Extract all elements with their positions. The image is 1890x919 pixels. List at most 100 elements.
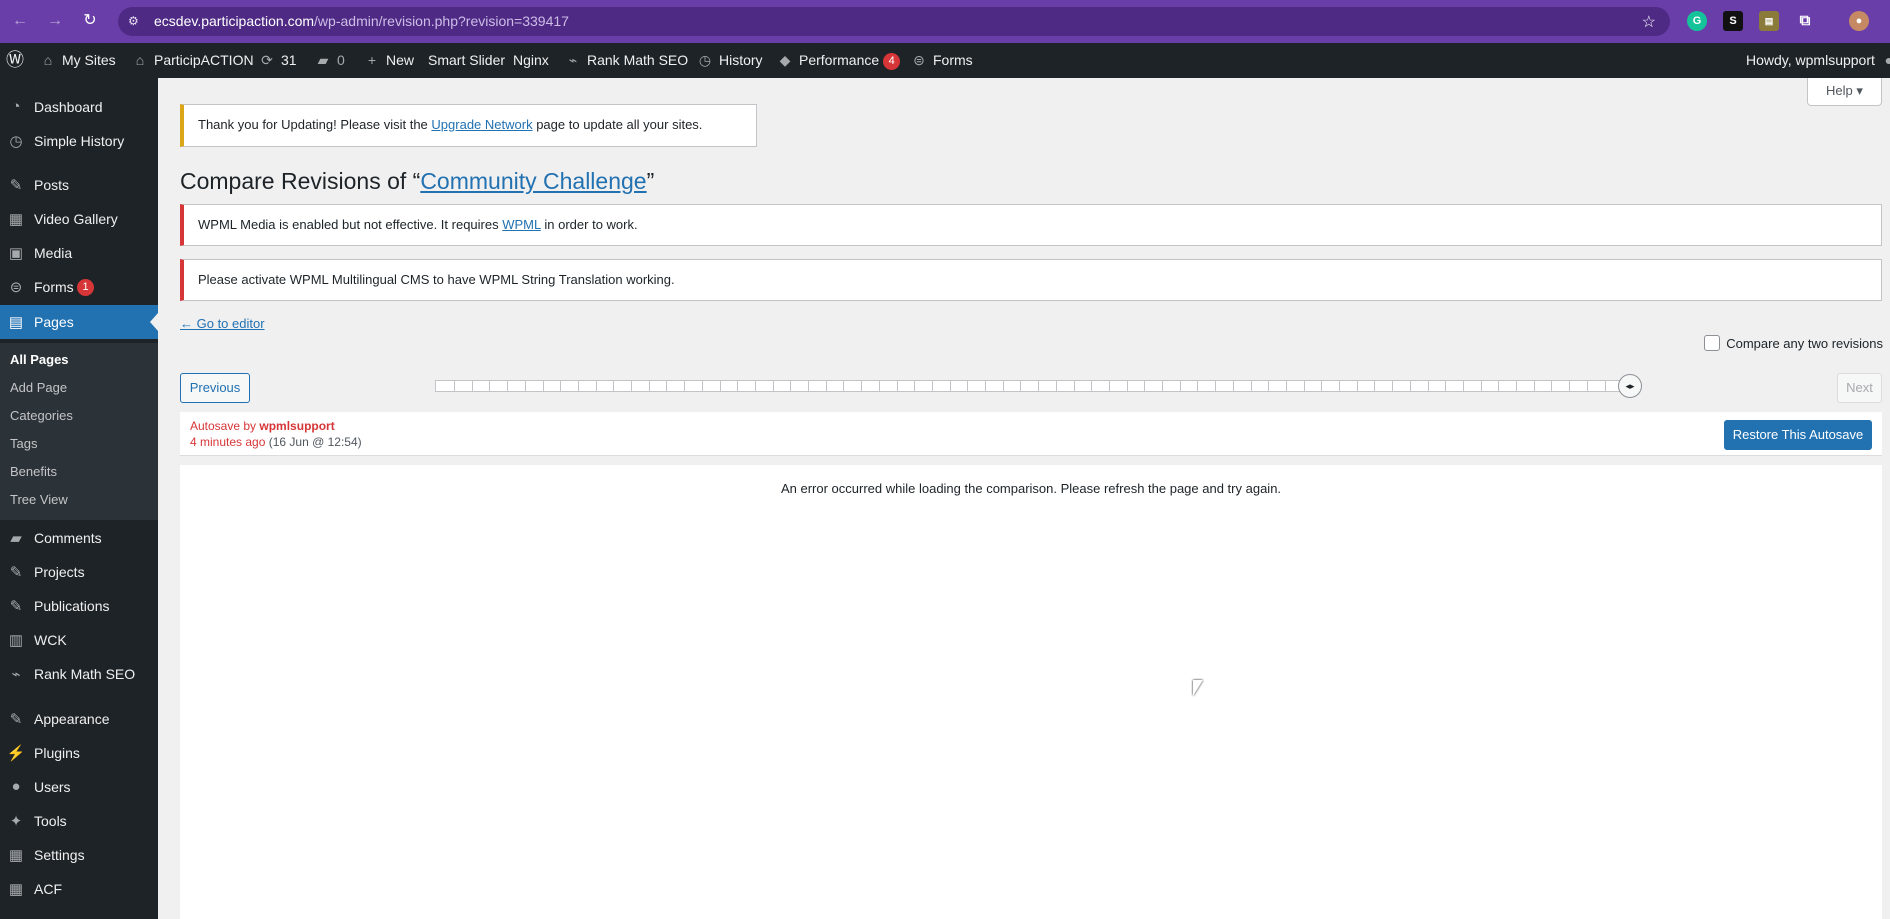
comments-menu[interactable]: ▰ 0 (315, 43, 345, 78)
mouse-cursor (1193, 680, 1203, 696)
sidebar-item-posts[interactable]: ✎ Posts (0, 168, 158, 202)
rank-math-menu[interactable]: ⌁ Rank Math SEO (565, 43, 688, 78)
sidebar-item-users[interactable]: ● Users (0, 770, 158, 804)
slider-tick (949, 381, 951, 391)
my-sites-icon: ⌂ (43, 52, 53, 68)
slider-tick (1162, 381, 1163, 391)
slider-tick (1250, 381, 1252, 391)
sidebar-item-rank-math-seo[interactable]: ⌁ Rank Math SEO (0, 657, 158, 691)
slider-tick (790, 381, 792, 391)
submenu-item-all-pages[interactable]: All Pages (10, 352, 69, 367)
extensions-puzzle-icon[interactable]: ⧉ (1795, 11, 1815, 31)
url-host: ecsdev.participaction.com (154, 13, 315, 29)
slider-tick (1055, 381, 1057, 391)
slider-tick (1569, 381, 1571, 391)
site-info-icon[interactable]: ⚙ (128, 14, 144, 28)
sidebar-item-acf[interactable]: ▦ ACF (0, 872, 158, 906)
submenu-item-tags[interactable]: Tags (10, 436, 37, 451)
sidebar-item-appearance[interactable]: ✎ Appearance (0, 702, 158, 736)
slider-tick (1498, 381, 1500, 391)
sidebar-item-label: Appearance (34, 711, 110, 727)
forms-icon: ⊜ (9, 279, 23, 296)
updates-menu[interactable]: ⟳ 31 (259, 43, 296, 78)
sidebar-item-wck[interactable]: ▥ WCK (0, 623, 158, 657)
slider-tick (684, 381, 686, 391)
nginx-label: Nginx (513, 52, 549, 68)
profile-avatar[interactable]: ● (1849, 11, 1869, 31)
nginx-menu[interactable]: Nginx (513, 43, 549, 78)
user-icon: ● (11, 778, 21, 795)
extension-icon[interactable]: S (1723, 11, 1743, 31)
sidebar-item-publications[interactable]: ✎ Publications (0, 589, 158, 623)
address-bar[interactable]: ⚙ ecsdev.participaction.com/wp-admin/rev… (118, 7, 1670, 36)
back-icon[interactable]: ← (10, 11, 30, 31)
post-title-link[interactable]: Community Challenge (420, 168, 646, 194)
slider-tick (613, 381, 615, 391)
grammarly-extension-icon[interactable]: G (1687, 11, 1707, 31)
site-name-label: ParticipACTION (154, 52, 254, 68)
sidebar-item-plugins[interactable]: ⚡ Plugins (0, 736, 158, 770)
slider-tick (914, 381, 916, 391)
sidebar-item-dashboard[interactable]: ◔ Dashboard (0, 90, 158, 124)
reload-icon[interactable]: ↻ (80, 11, 100, 31)
wordpress-logo-icon[interactable]: Ⓦ (6, 43, 24, 78)
slider-tick (1409, 381, 1411, 391)
autosave-time-line: 4 minutes ago (16 Jun @ 12:54) (190, 435, 362, 449)
title-prefix: Compare Revisions of “ (180, 168, 421, 194)
compare-two-revisions[interactable]: Compare any two revisions (1704, 335, 1883, 351)
slider-handle[interactable]: ◂▸ (1618, 374, 1642, 398)
wpml-link[interactable]: WPML (502, 217, 541, 232)
sidebar-item-label: ACF (34, 881, 62, 897)
forms-menu[interactable]: ⊜ Forms (911, 43, 973, 78)
forms-count-badge: 1 (77, 279, 94, 296)
slider-tick (754, 381, 756, 391)
sidebar-item-video-gallery[interactable]: ▦ Video Gallery (0, 202, 158, 236)
slider-tick (648, 381, 650, 391)
sidebar-item-simple-history[interactable]: ◷ Simple History (0, 124, 158, 158)
performance-menu[interactable]: ◆ Performance 4 (777, 43, 901, 78)
performance-label: Performance (799, 52, 880, 68)
slider-tick (471, 381, 473, 391)
slider-tick (560, 381, 562, 391)
slider-tick (861, 381, 863, 391)
sidebar-item-label: Posts (34, 177, 70, 193)
settings-icon: ▦ (8, 847, 24, 864)
upgrade-network-link[interactable]: Upgrade Network (431, 117, 532, 132)
sidebar-item-media[interactable]: ▣ Media (0, 236, 158, 270)
media-icon: ▣ (8, 245, 24, 262)
sidebar-item-label: Users (34, 779, 71, 795)
revision-slider[interactable] (435, 380, 1621, 392)
video-icon: ▦ (8, 211, 24, 228)
account-menu[interactable]: Howdy, wpmlsupport ● (1746, 43, 1890, 78)
autosave-label: Autosave by (190, 419, 257, 433)
sidebar-item-settings[interactable]: ▦ Settings (0, 838, 158, 872)
submenu-item-tree-view[interactable]: Tree View (10, 492, 68, 507)
submenu-item-add-page[interactable]: Add Page (10, 380, 67, 395)
help-tab-button[interactable]: Help ▾ (1807, 78, 1882, 106)
go-to-editor-link[interactable]: ← Go to editor (180, 316, 265, 331)
sidebar-item-tools[interactable]: ✦ Tools (0, 804, 158, 838)
howdy-label: Howdy, wpmlsupport (1746, 52, 1875, 68)
compare-checkbox[interactable] (1704, 335, 1721, 351)
history-menu[interactable]: ◷ History (697, 43, 763, 78)
previous-button[interactable]: Previous (180, 373, 250, 403)
sidebar-item-forms[interactable]: ⊜ Forms 1 (0, 270, 158, 304)
smart-slider-menu[interactable]: Smart Slider (428, 43, 505, 78)
site-name-menu[interactable]: ⌂ ParticipACTION (132, 43, 254, 78)
sidebar-item-projects[interactable]: ✎ Projects (0, 555, 158, 589)
slider-tick (1073, 381, 1075, 391)
bookmark-star-icon[interactable]: ☆ (1642, 12, 1656, 32)
user-icon: ● (1884, 52, 1890, 68)
forward-icon[interactable]: → (45, 11, 65, 31)
restore-autosave-button[interactable]: Restore This Autosave (1724, 420, 1872, 450)
new-content-menu[interactable]: + New (364, 43, 414, 78)
sidebar-item-pages[interactable]: ▤ Pages (0, 305, 158, 339)
submenu-item-benefits[interactable]: Benefits (10, 464, 57, 479)
url-text[interactable]: ecsdev.participaction.com/wp-admin/revis… (154, 13, 569, 29)
my-sites-menu[interactable]: ⌂ My Sites (40, 43, 116, 78)
submenu-item-categories[interactable]: Categories (10, 408, 73, 423)
extension-icon-2[interactable]: ▤ (1759, 11, 1779, 31)
wrench-icon: ✦ (9, 813, 23, 830)
sidebar-item-comments[interactable]: ▰ Comments (0, 521, 158, 555)
slider-tick (1091, 381, 1093, 391)
